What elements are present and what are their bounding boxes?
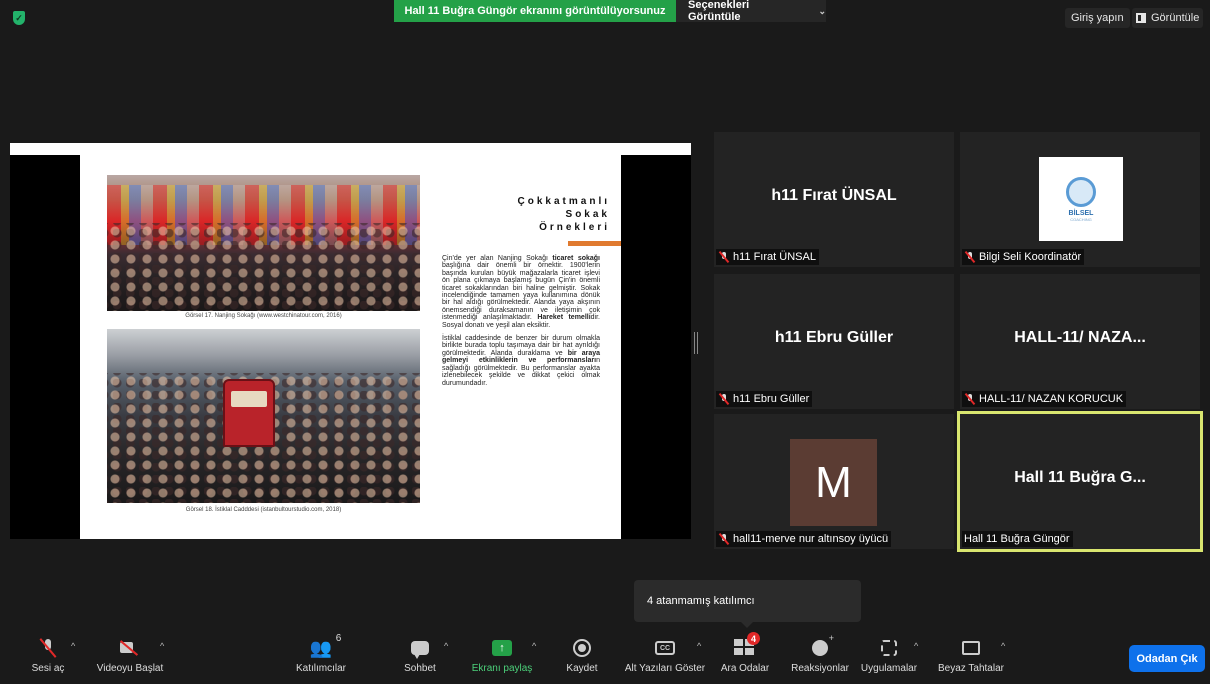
bilsel-logo: BİLSEL COACHING [1039,157,1123,241]
view-options-label: Seçenekleri Görüntüle [688,0,750,23]
slide-paragraph-2: İstiklal caddesinde de benzer bir durum … [442,335,601,387]
share-options-caret-icon[interactable]: ^ [532,641,536,651]
video-options-caret-icon[interactable]: ^ [160,641,164,651]
chat-icon [411,641,429,659]
istiklal-street-photo [107,329,420,503]
muted-mic-icon [718,533,730,545]
globe-icon [1066,176,1096,207]
zoom-meeting-window: ✓ Hall 11 Buğra Güngör ekranını görüntül… [0,0,1210,684]
chat-options-caret-icon[interactable]: ^ [444,641,448,651]
slide-title: Çokkatmanlı Sokak Örnekleri [517,196,610,233]
participant-name-label: HALL-11/ NAZAN KORUCUK [962,391,1127,407]
participant-name-label: hall11-merve nur altınsoy üyücü [716,531,892,547]
record-icon [573,639,591,657]
show-captions-button[interactable]: CC Alt Yazıları Göster [622,629,708,684]
participant-name-label: Bilgi Seli Koordinatör [962,249,1085,265]
participant-tile[interactable]: h11 Fırat ÜNSAL h11 Fırat ÜNSAL [714,132,954,267]
muted-mic-icon [718,251,730,263]
layout-grid-icon [1136,13,1146,23]
unmute-button[interactable]: Sesi aç [28,629,68,684]
participant-tile[interactable]: M hall11-merve nur altınsoy üyücü [714,414,954,549]
apps-button[interactable]: Uygulamalar [860,629,918,684]
presentation-slide: Görsel 17. Nanjing Sokağı (www.westchina… [80,155,621,539]
chat-button[interactable]: Sohbet [400,629,440,684]
muted-mic-icon [964,393,976,405]
photo-caption-2: Görsel 18. İstiklal Cadddesi (istanbulto… [185,507,342,513]
apps-icon [881,640,897,656]
slide-paragraph-1: Çin'de yer alan Nanjing Sokağı ticaret s… [442,255,600,329]
video-off-icon [120,641,140,655]
closed-captions-icon: CC [655,641,675,655]
meeting-toolbar: Sesi aç ^ Videoyu Başlat ^ 👥 6 Katılımcıl… [0,629,1210,684]
whiteboards-button[interactable]: Beyaz Tahtalar [936,629,1006,684]
breakout-rooms-button[interactable]: 4 Ara Odalar [720,629,770,684]
split-resize-handle[interactable] [694,332,698,354]
leave-room-button[interactable]: Odadan Çık [1129,645,1205,672]
start-video-button[interactable]: Videoyu Başlat [92,629,168,684]
view-options-dropdown[interactable]: Seçenekleri Görüntüle ⌄ [676,0,826,23]
shared-screen[interactable]: Görsel 17. Nanjing Sokağı (www.westchina… [10,143,691,539]
participant-name-label: Hall 11 Buğra Güngör [962,531,1073,547]
participant-display-name: Hall 11 Buğra G... [1014,468,1146,486]
slide-body-text: Çin'de yer alan Nanjing Sokağı ticaret s… [442,255,600,393]
participant-name-label: h11 Fırat ÜNSAL [716,249,819,265]
participant-tile[interactable]: BİLSEL COACHING Bilgi Seli Koordinatör [960,132,1200,267]
unassigned-count-badge: 4 [747,632,760,645]
record-button[interactable]: Kaydet [562,629,602,684]
reactions-button[interactable]: Reaksiyonlar [788,629,852,684]
share-screen-icon: ↑ [492,640,512,656]
participants-count: 6 [335,633,342,644]
chevron-down-icon: ⌄ [818,5,826,16]
whiteboard-options-caret-icon[interactable]: ^ [1001,641,1005,651]
view-button[interactable]: Görüntüle [1132,8,1204,28]
nanjing-street-photo [107,175,420,311]
security-shield-icon[interactable]: ✓ [13,11,25,25]
sign-in-button[interactable]: Giriş yapın [1065,8,1130,28]
active-speaker-tile[interactable]: Hall 11 Buğra G... Hall 11 Buğra Güngör [957,411,1203,552]
shared-screen-top-strip [10,143,691,155]
reaction-smiley-icon [812,633,834,656]
captions-options-caret-icon[interactable]: ^ [697,641,701,651]
audio-options-caret-icon[interactable]: ^ [71,641,75,651]
apps-options-caret-icon[interactable]: ^ [914,641,918,651]
photo-caption-1: Görsel 17. Nanjing Sokağı (www.westchina… [185,313,342,319]
participant-display-name: HALL-11/ NAZA... [1014,328,1146,346]
participant-display-name: h11 Fırat ÜNSAL [771,186,897,204]
accent-bar [568,241,621,246]
muted-mic-icon [41,638,55,658]
whiteboard-icon [962,641,980,655]
muted-mic-icon [718,393,730,405]
view-button-label: Görüntüle [1151,12,1200,24]
participants-button[interactable]: 👥 6 Katılımcılar [290,629,352,684]
share-screen-button[interactable]: ↑ Ekranı paylaş [470,629,534,684]
avatar: M [790,439,877,526]
participant-display-name: h11 Ebru Güller [774,328,894,346]
muted-mic-icon [964,251,976,263]
screen-share-banner: Hall 11 Buğra Güngör ekranını görüntülüy… [394,0,676,22]
participant-tile[interactable]: h11 Ebru Güller h11 Ebru Güller [714,274,954,409]
participant-tile[interactable]: HALL-11/ NAZA... HALL-11/ NAZAN KORUCUK [960,274,1200,409]
tram-image [223,379,275,447]
breakout-rooms-tooltip: 4 atanmamış katılımcı [634,580,861,628]
participant-name-label: h11 Ebru Güller [716,391,813,407]
participants-icon: 👥 [309,637,333,658]
